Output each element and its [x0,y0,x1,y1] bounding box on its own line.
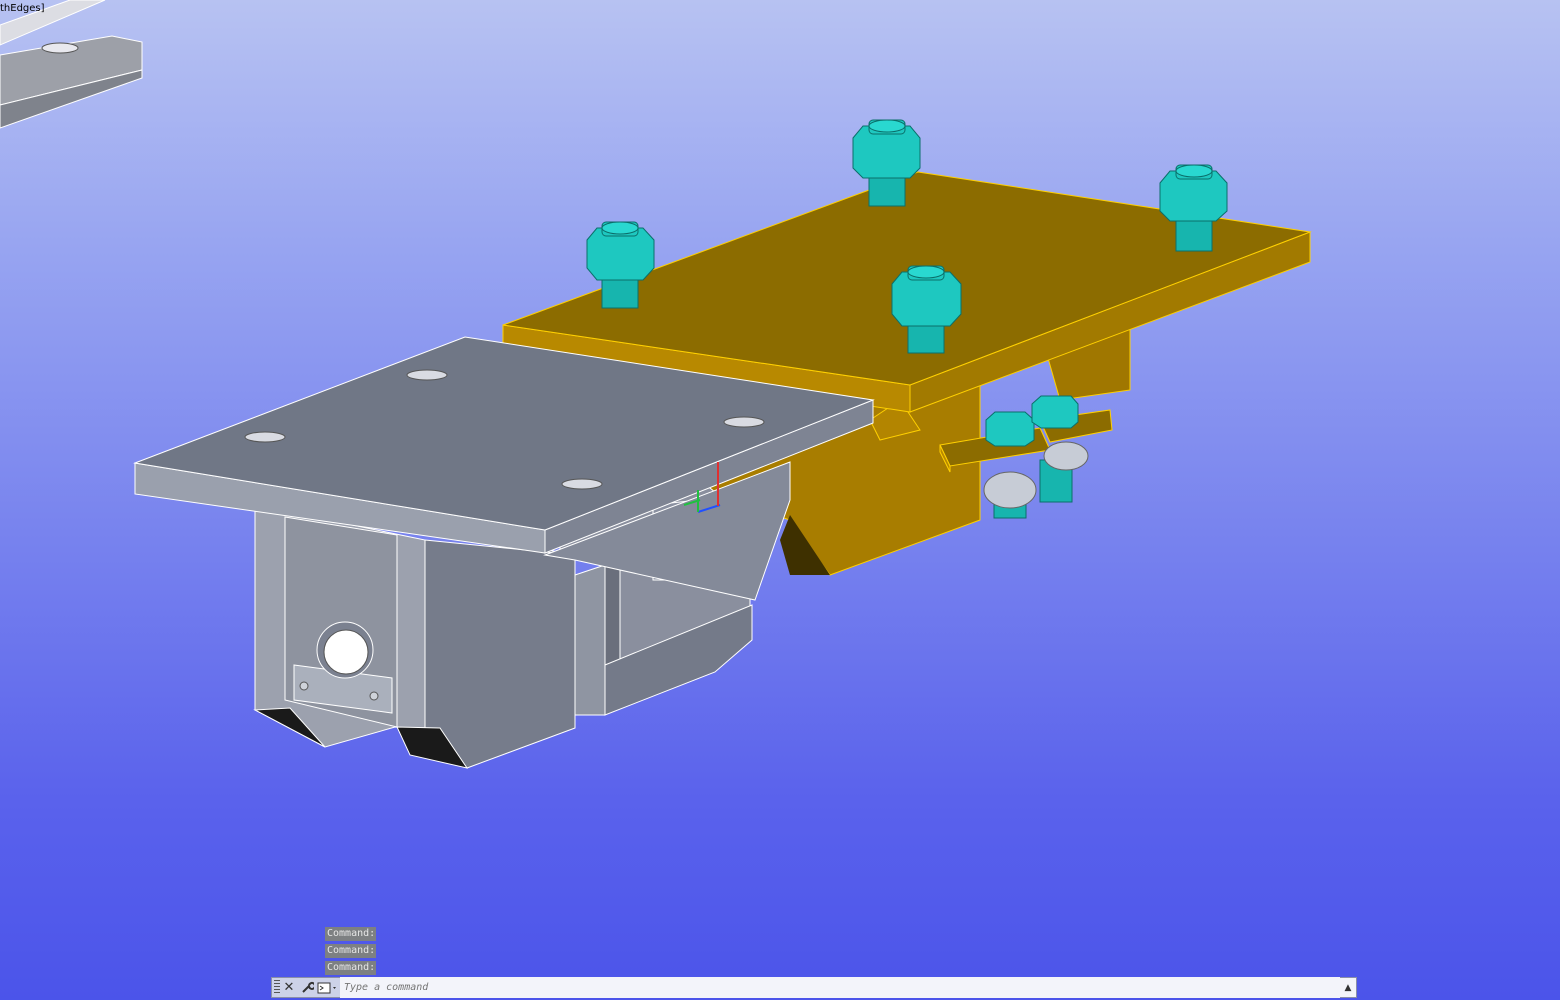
visual-style-label[interactable]: thEdges] [0,3,45,14]
command-history: Command: Command: Command: [325,927,376,978]
model-viewport[interactable]: thEdges] [0,0,1560,1000]
command-prompt-icon[interactable] [316,978,340,997]
customize-wrench-icon[interactable] [298,978,316,997]
corner-plate-part[interactable] [0,0,143,129]
history-line: Command: [325,927,376,941]
model-canvas[interactable] [0,0,1560,1000]
close-icon[interactable]: ✕ [280,978,298,997]
gray-bracket-assembly[interactable] [133,336,875,769]
history-line: Command: [325,944,376,958]
bolt-5 [983,411,1037,519]
command-line-bar: ✕ ▲ [271,977,1357,998]
history-line: Command: [325,961,376,975]
history-up-icon[interactable]: ▲ [1340,978,1356,997]
command-input[interactable] [340,977,1340,998]
